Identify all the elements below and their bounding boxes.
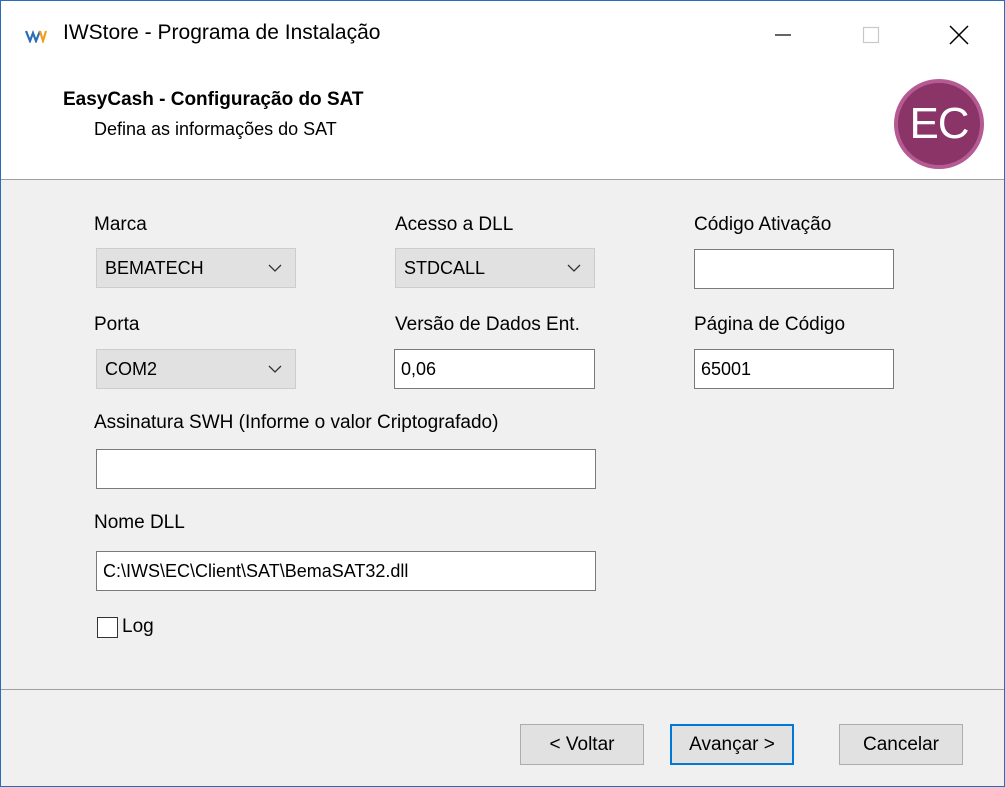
versao-dados-value: 0,06 bbox=[401, 359, 437, 379]
easycash-logo: EC bbox=[894, 79, 984, 169]
chevron-down-icon bbox=[268, 365, 282, 373]
wizard-header: EasyCash - Configuração do SAT Defina as… bbox=[1, 69, 1004, 179]
maximize-button[interactable] bbox=[827, 1, 915, 69]
page-subtitle: Defina as informações do SAT bbox=[94, 119, 337, 139]
log-label[interactable]: Log bbox=[122, 616, 154, 638]
chevron-down-icon bbox=[268, 264, 282, 272]
porta-select[interactable]: COM2 bbox=[96, 349, 296, 389]
cancel-button[interactable]: Cancelar bbox=[839, 724, 963, 765]
log-checkbox[interactable] bbox=[97, 617, 118, 638]
acesso-dll-label: Acesso a DLL bbox=[395, 214, 514, 235]
page-title: EasyCash - Configuração do SAT bbox=[63, 89, 364, 110]
assinatura-swh-label: Assinatura SWH (Informe o valor Criptogr… bbox=[94, 412, 499, 433]
assinatura-swh-field[interactable] bbox=[96, 449, 596, 489]
pagina-codigo-label: Página de Código bbox=[694, 314, 846, 335]
versao-dados-field[interactable]: 0,06 bbox=[394, 349, 595, 389]
nome-dll-field[interactable]: C:\IWS\EC\Client\SAT\BemaSAT32.dll bbox=[96, 551, 596, 591]
codigo-ativacao-field[interactable] bbox=[694, 249, 894, 289]
title-bar: IWStore - Programa de Instalação bbox=[1, 1, 1004, 69]
close-icon bbox=[949, 25, 969, 45]
logo-text: EC bbox=[909, 99, 969, 148]
minimize-icon bbox=[775, 34, 791, 36]
window-title: IWStore - Programa de Instalação bbox=[63, 21, 381, 44]
versao-dados-label: Versão de Dados Ent. bbox=[395, 314, 580, 335]
maximize-icon bbox=[862, 26, 880, 44]
header-divider bbox=[1, 179, 1004, 180]
close-button[interactable] bbox=[915, 1, 1003, 69]
installer-window: IWStore - Programa de Instalação EasyCas… bbox=[0, 0, 1005, 787]
marca-label: Marca bbox=[94, 214, 147, 235]
pagina-codigo-value: 65001 bbox=[701, 359, 752, 379]
chevron-down-icon bbox=[567, 264, 581, 272]
nome-dll-label: Nome DLL bbox=[94, 512, 185, 533]
porta-value: COM2 bbox=[105, 359, 158, 379]
codigo-ativacao-label: Código Ativação bbox=[694, 214, 832, 235]
marca-select[interactable]: BEMATECH bbox=[96, 248, 296, 288]
iw-logo-icon bbox=[25, 29, 47, 43]
acesso-dll-select[interactable]: STDCALL bbox=[395, 248, 595, 288]
porta-label: Porta bbox=[94, 314, 140, 335]
next-button[interactable]: Avançar > bbox=[670, 724, 794, 765]
acesso-dll-value: STDCALL bbox=[404, 258, 486, 278]
footer-divider bbox=[1, 689, 1004, 690]
minimize-button[interactable] bbox=[739, 1, 827, 69]
back-button[interactable]: < Voltar bbox=[520, 724, 644, 765]
nome-dll-value: C:\IWS\EC\Client\SAT\BemaSAT32.dll bbox=[103, 561, 409, 581]
marca-value: BEMATECH bbox=[105, 258, 204, 278]
pagina-codigo-field[interactable]: 65001 bbox=[694, 349, 894, 389]
